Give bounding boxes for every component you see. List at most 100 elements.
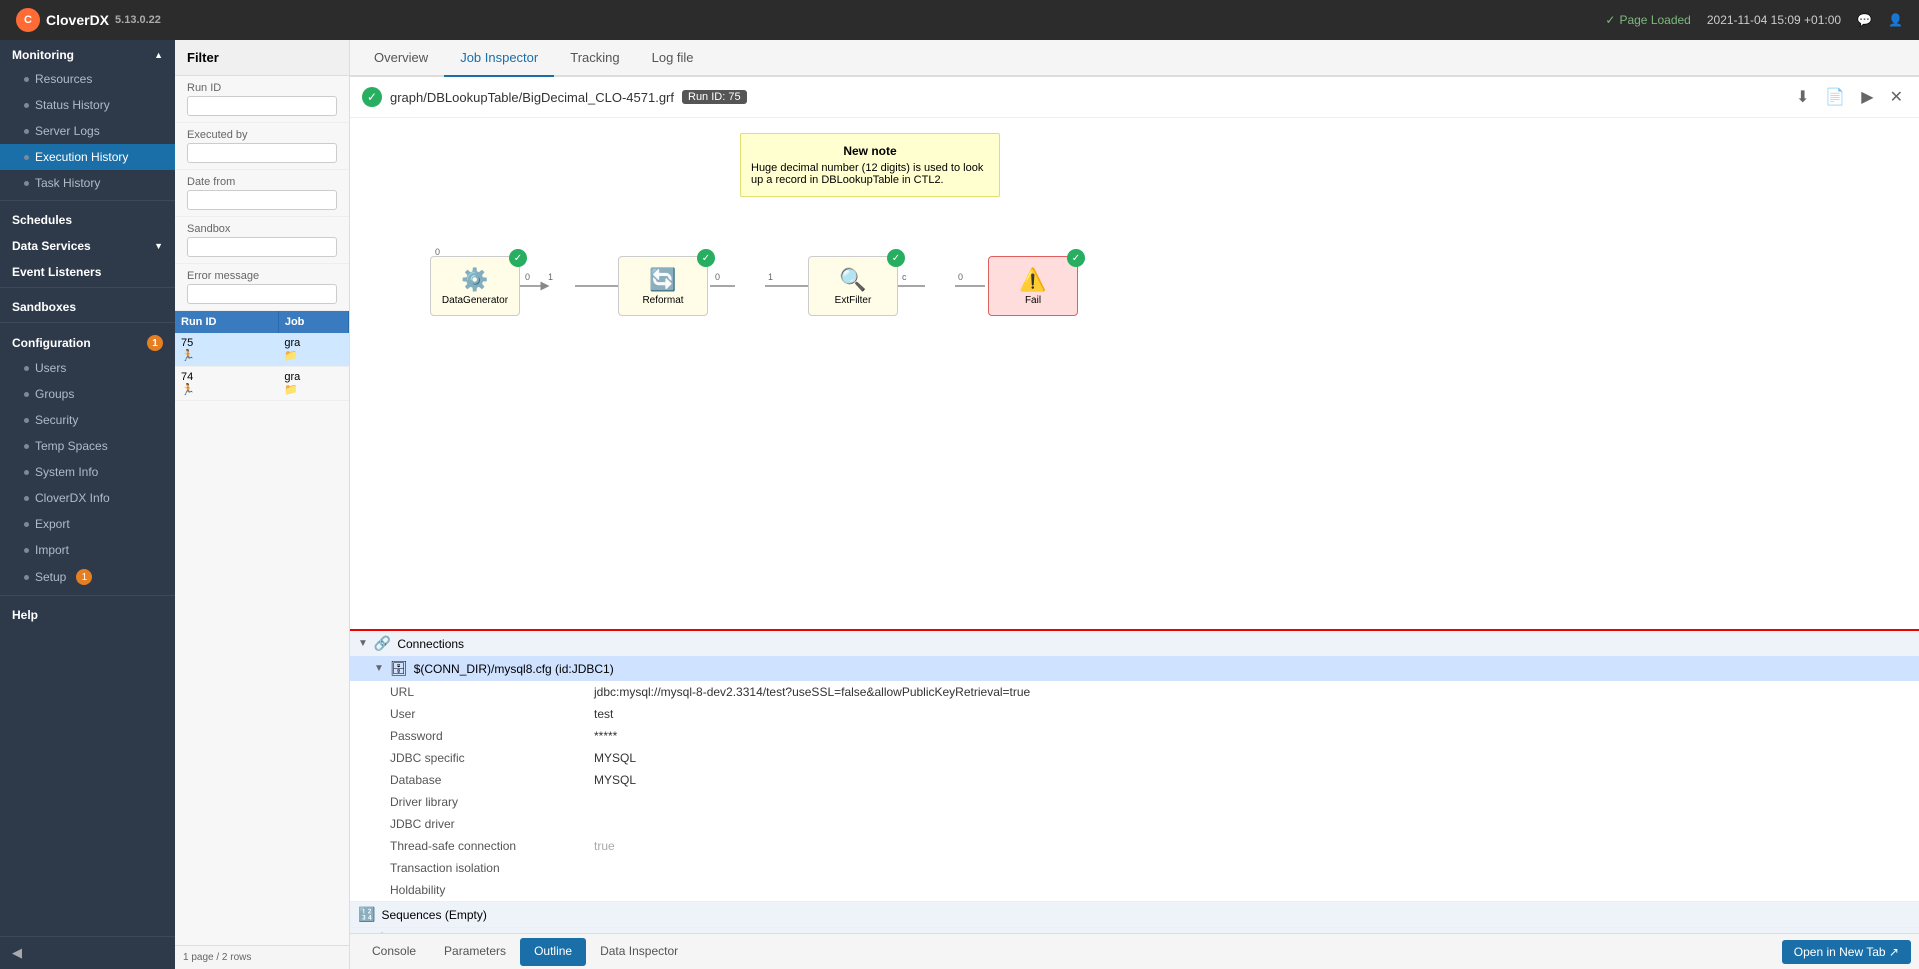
graph-wrapper: New note Huge decimal number (12 digits)… bbox=[350, 118, 1919, 629]
filter-run-id-input[interactable] bbox=[187, 96, 337, 116]
tree-row-connections[interactable]: ▼ 🔗 Connections bbox=[350, 631, 1919, 656]
configuration-label: Configuration bbox=[12, 336, 91, 350]
sidebar-item-status-history[interactable]: Status History bbox=[0, 92, 175, 118]
row-icon: 🏃 bbox=[181, 383, 272, 396]
divider bbox=[0, 200, 175, 201]
sidebar-item-execution-history[interactable]: Execution History bbox=[0, 144, 175, 170]
svg-text:1: 1 bbox=[548, 272, 553, 282]
tab-data-inspector[interactable]: Data Inspector bbox=[586, 938, 692, 966]
app-version: 5.13.0.22 bbox=[115, 14, 161, 26]
graph-scroll[interactable]: New note Huge decimal number (12 digits)… bbox=[350, 118, 1919, 629]
tab-log-file[interactable]: Log file bbox=[636, 40, 710, 77]
table-row[interactable]: 74 🏃 gra📁 bbox=[175, 367, 349, 401]
divider4 bbox=[0, 595, 175, 596]
filter-date-from: Date from bbox=[175, 170, 349, 217]
sidebar-item-resources[interactable]: Resources bbox=[0, 66, 175, 92]
filter-panel: Filter Run ID Executed by Date from Sand… bbox=[175, 40, 350, 969]
component-fail[interactable]: ✓ ⚠️ Fail bbox=[988, 256, 1078, 316]
sidebar-group-data-services[interactable]: Data Services ▼ bbox=[0, 231, 175, 257]
dot-icon bbox=[24, 496, 29, 501]
tab-parameters[interactable]: Parameters bbox=[430, 938, 520, 966]
setup-badge: 1 bbox=[76, 569, 92, 585]
data-services-label: Data Services bbox=[12, 239, 91, 253]
sidebar-item-server-logs[interactable]: Server Logs bbox=[0, 118, 175, 144]
sidebar-group-configuration[interactable]: Configuration 1 bbox=[0, 327, 175, 355]
component-icon: 🔄 bbox=[649, 267, 676, 293]
filter-date-from-input[interactable] bbox=[187, 190, 337, 210]
tab-console[interactable]: Console bbox=[358, 938, 430, 966]
play-button[interactable]: ▶ bbox=[1857, 85, 1877, 109]
table-row[interactable]: 75 🏃 gra📁 bbox=[175, 333, 349, 367]
divider3 bbox=[0, 322, 175, 323]
col-run-id: Run ID bbox=[175, 311, 278, 333]
prop-value: true bbox=[594, 839, 615, 853]
tree-row-sequences[interactable]: 🔢 Sequences (Empty) bbox=[350, 902, 1919, 927]
collapse-icon[interactable]: ▼ bbox=[358, 638, 368, 649]
filter-error-message: Error message bbox=[175, 264, 349, 311]
component-data-generator[interactable]: ✓ 0 ⚙️ DataGenerator bbox=[430, 256, 520, 316]
tree-prop-database: Database MYSQL bbox=[350, 769, 1919, 791]
filter-sandbox-input[interactable] bbox=[187, 237, 337, 257]
dot-icon bbox=[24, 444, 29, 449]
filter-error-message-input[interactable] bbox=[187, 284, 337, 304]
filter-executed-by-input[interactable] bbox=[187, 143, 337, 163]
tab-job-inspector[interactable]: Job Inspector bbox=[444, 40, 554, 77]
filter-title: Filter bbox=[175, 40, 349, 76]
open-new-tab-button[interactable]: Open in New Tab ↗ bbox=[1782, 940, 1911, 964]
component-label: ExtFilter bbox=[835, 295, 872, 306]
sidebar-group-help[interactable]: Help bbox=[0, 600, 175, 626]
sidebar-label-system-info: System Info bbox=[35, 465, 98, 479]
sidebar-item-groups[interactable]: Groups bbox=[0, 381, 175, 407]
prop-value: test bbox=[594, 707, 613, 721]
tree-prop-user: User test bbox=[350, 703, 1919, 725]
bottom-tab-bar: Console Parameters Outline Data Inspecto… bbox=[350, 933, 1919, 969]
filter-date-from-label: Date from bbox=[187, 176, 337, 188]
sidebar-label-export: Export bbox=[35, 517, 70, 531]
tab-overview[interactable]: Overview bbox=[358, 40, 444, 77]
sidebar-label-execution-history: Execution History bbox=[35, 150, 128, 164]
check-icon: ✓ bbox=[1605, 13, 1615, 27]
sidebar-group-monitoring[interactable]: Monitoring ▲ bbox=[0, 40, 175, 66]
config-badge: 1 bbox=[147, 335, 163, 351]
component-reformat[interactable]: ✓ 🔄 Reformat bbox=[618, 256, 708, 316]
sidebar-group-schedules[interactable]: Schedules bbox=[0, 205, 175, 231]
cell-run-id: 75 🏃 bbox=[175, 333, 278, 367]
user-icon[interactable]: 👤 bbox=[1888, 13, 1903, 27]
connections-icon: 🔗 bbox=[374, 635, 391, 652]
dot-icon bbox=[24, 77, 29, 82]
close-button[interactable]: ✕ bbox=[1886, 85, 1907, 109]
prop-value: ***** bbox=[594, 729, 617, 743]
sidebar-item-temp-spaces[interactable]: Temp Spaces bbox=[0, 433, 175, 459]
sidebar-item-system-info[interactable]: System Info bbox=[0, 459, 175, 485]
tree-section-sequences: 🔢 Sequences (Empty) bbox=[350, 902, 1919, 928]
sidebar-label-security: Security bbox=[35, 413, 78, 427]
sequences-icon: 🔢 bbox=[358, 906, 375, 923]
event-listeners-label: Event Listeners bbox=[12, 265, 101, 279]
sidebar-item-task-history[interactable]: Task History bbox=[0, 170, 175, 196]
component-label: Reformat bbox=[642, 295, 683, 306]
sidebar-group-event-listeners[interactable]: Event Listeners bbox=[0, 257, 175, 283]
sidebar-item-setup[interactable]: Setup 1 bbox=[0, 563, 175, 591]
tree-row-jdbc1[interactable]: ▼ 🗄 $(CONN_DIR)/mysql8.cfg (id:JDBC1) bbox=[350, 656, 1919, 681]
sidebar-item-security[interactable]: Security bbox=[0, 407, 175, 433]
tab-outline[interactable]: Outline bbox=[520, 938, 586, 966]
sidebar-group-sandboxes[interactable]: Sandboxes bbox=[0, 292, 175, 318]
chat-icon[interactable]: 💬 bbox=[1857, 13, 1872, 27]
job-header-actions: ⬇ 📄 ▶ ✕ bbox=[1792, 85, 1907, 109]
sidebar-item-export[interactable]: Export bbox=[0, 511, 175, 537]
schedules-label: Schedules bbox=[12, 213, 72, 227]
dot-icon bbox=[24, 103, 29, 108]
tab-tracking[interactable]: Tracking bbox=[554, 40, 635, 77]
svg-text:0: 0 bbox=[715, 272, 720, 282]
sidebar-collapse[interactable]: ◀ bbox=[0, 936, 175, 969]
sidebar-item-import[interactable]: Import bbox=[0, 537, 175, 563]
file-button[interactable]: 📄 bbox=[1821, 85, 1849, 109]
sidebar-item-users[interactable]: Users bbox=[0, 355, 175, 381]
sequences-label: Sequences (Empty) bbox=[381, 908, 486, 922]
sandboxes-label: Sandboxes bbox=[12, 300, 76, 314]
component-ext-filter[interactable]: ✓ 🔍 ExtFilter bbox=[808, 256, 898, 316]
download-button[interactable]: ⬇ bbox=[1792, 85, 1813, 109]
collapse-icon[interactable]: ▼ bbox=[374, 663, 384, 674]
sidebar-item-cloverdx-info[interactable]: CloverDX Info bbox=[0, 485, 175, 511]
main-content: Overview Job Inspector Tracking Log file… bbox=[350, 40, 1919, 969]
